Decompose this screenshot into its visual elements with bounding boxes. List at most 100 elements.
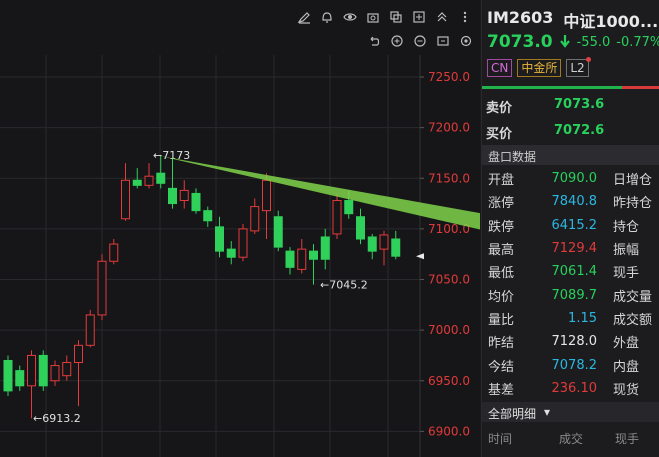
candle [74,340,83,407]
quote-panel: IM2603 中证1000... 7073.0 -55.0 -0.77% CN … [481,0,659,457]
stat-label-2: 持仓 [613,219,640,235]
bid-price: 7072.6 [554,123,605,138]
candle [215,216,224,258]
double-chevron-up-icon[interactable] [430,7,453,27]
candle-body [332,200,342,235]
price-tick-label: 7200.0 [428,121,470,135]
stat-label: 涨停 [488,196,515,212]
stat-label: 最低 [488,266,515,282]
stat-label: 开盘 [488,173,515,189]
stat-label: 均价 [488,289,515,305]
stat-label: 昨结 [488,336,515,352]
stat-row: 涨停 7840.8 昨持仓 [482,190,659,213]
candle-body [168,187,177,205]
level2-tag[interactable]: L2 [566,57,591,77]
candle-body [121,179,130,220]
candle [144,163,154,189]
col-volume: 现手 [614,432,639,446]
candle-body [309,250,318,260]
stat-row: 量比 1.15 成交额 [482,307,659,330]
price-tick-label: 6900.0 [428,424,470,438]
more-icon[interactable] [453,7,476,27]
candle-body [3,360,13,392]
local-low-annotation: ←7045.2 [320,278,368,291]
candle-body [38,354,48,387]
candle-body [97,260,107,316]
stat-label-2: 成交量 [613,289,653,305]
stat-value: 236.10 [551,380,598,396]
ask-price: 7073.6 [554,97,605,112]
candle [285,247,295,275]
candle-body [391,238,401,257]
candlestick-chart[interactable]: 7250.07200.07150.07100.07050.07000.06950… [0,0,480,457]
instrument-title: IM2603 中证1000... [487,8,658,32]
candle-body [250,206,260,232]
candle [297,239,307,274]
candle-body [156,172,166,184]
stat-row: 开盘 7090.0 日增仓 [482,167,659,190]
candle-body [27,354,36,387]
section-title: 盘口数据 [482,145,659,165]
candle [309,244,318,285]
candle [332,193,342,239]
chart-toolbar-zoom [362,31,477,51]
candle-body [262,179,271,212]
chart-toolbar-top [292,7,476,27]
candle-body [285,250,295,268]
all-details-dropdown[interactable]: 全部明细 ▾ [482,402,659,422]
zoom-in-icon[interactable] [385,31,408,51]
fit-icon[interactable] [431,31,454,51]
price-tick-label: 7000.0 [428,323,470,337]
col-time: 时间 [488,432,513,446]
kline-chart[interactable]: 7250.0 7200.0 7150.0 7100.0 7050.0 7000.0 6950… [0,0,480,457]
candle-body [109,243,119,262]
candle [203,206,213,227]
camera-icon[interactable] [361,7,384,27]
stat-row: 今结 7078.2 内盘 [482,353,659,376]
candle-body [62,362,72,377]
price-tick-label: 7250.0 [428,70,470,84]
stat-label-2: 振幅 [613,243,640,259]
zoom-out-icon[interactable] [408,31,431,51]
candle [15,365,25,391]
candle-body [297,248,307,270]
stat-value: 7061.4 [551,264,598,280]
high-price-annotation: ←7173 [153,149,190,162]
candle [109,239,119,265]
candle-body [320,236,330,260]
price-axis: 7250.07200.07150.07100.07050.07000.06950… [416,55,470,457]
candle-body [74,344,83,364]
price-change: -55.0 [576,34,611,50]
stat-row: 基差 236.10 现货 [482,377,659,400]
price-tick-label: 6950.0 [428,374,470,388]
candle-body [379,234,389,250]
candle [226,241,236,265]
buy-sell-ratio-bar [482,86,659,89]
candle [179,180,189,209]
contract-name: 中证1000... [563,12,659,31]
layers-icon[interactable] [407,7,430,27]
candle [85,309,95,348]
stat-row: 最高 7129.4 振幅 [482,237,659,260]
notification-dot [585,57,591,62]
stat-value: 6415.2 [551,217,598,233]
detail-columns: 时间 成交 现手 [482,430,659,447]
stat-row: 均价 7089.7 成交量 [482,283,659,306]
eye-icon[interactable] [338,7,361,27]
stat-label: 跌停 [488,219,515,235]
tags: CN 中金所 L2 [487,57,591,77]
settings-icon[interactable] [454,31,477,51]
copy-icon[interactable] [384,7,407,27]
draw-icon[interactable] [292,7,315,27]
candle [50,360,60,386]
exchange-tag: 中金所 [517,59,562,77]
arrow-down-icon [559,33,571,52]
stat-value: 7128.0 [551,334,598,350]
undo-icon[interactable] [362,31,385,51]
bell-icon[interactable] [315,7,338,27]
col-trade: 成交 [558,432,583,446]
caret-down-icon: ▾ [544,405,551,419]
candle [273,210,283,252]
stat-label-2: 现手 [613,266,640,282]
candle-body [144,175,154,186]
